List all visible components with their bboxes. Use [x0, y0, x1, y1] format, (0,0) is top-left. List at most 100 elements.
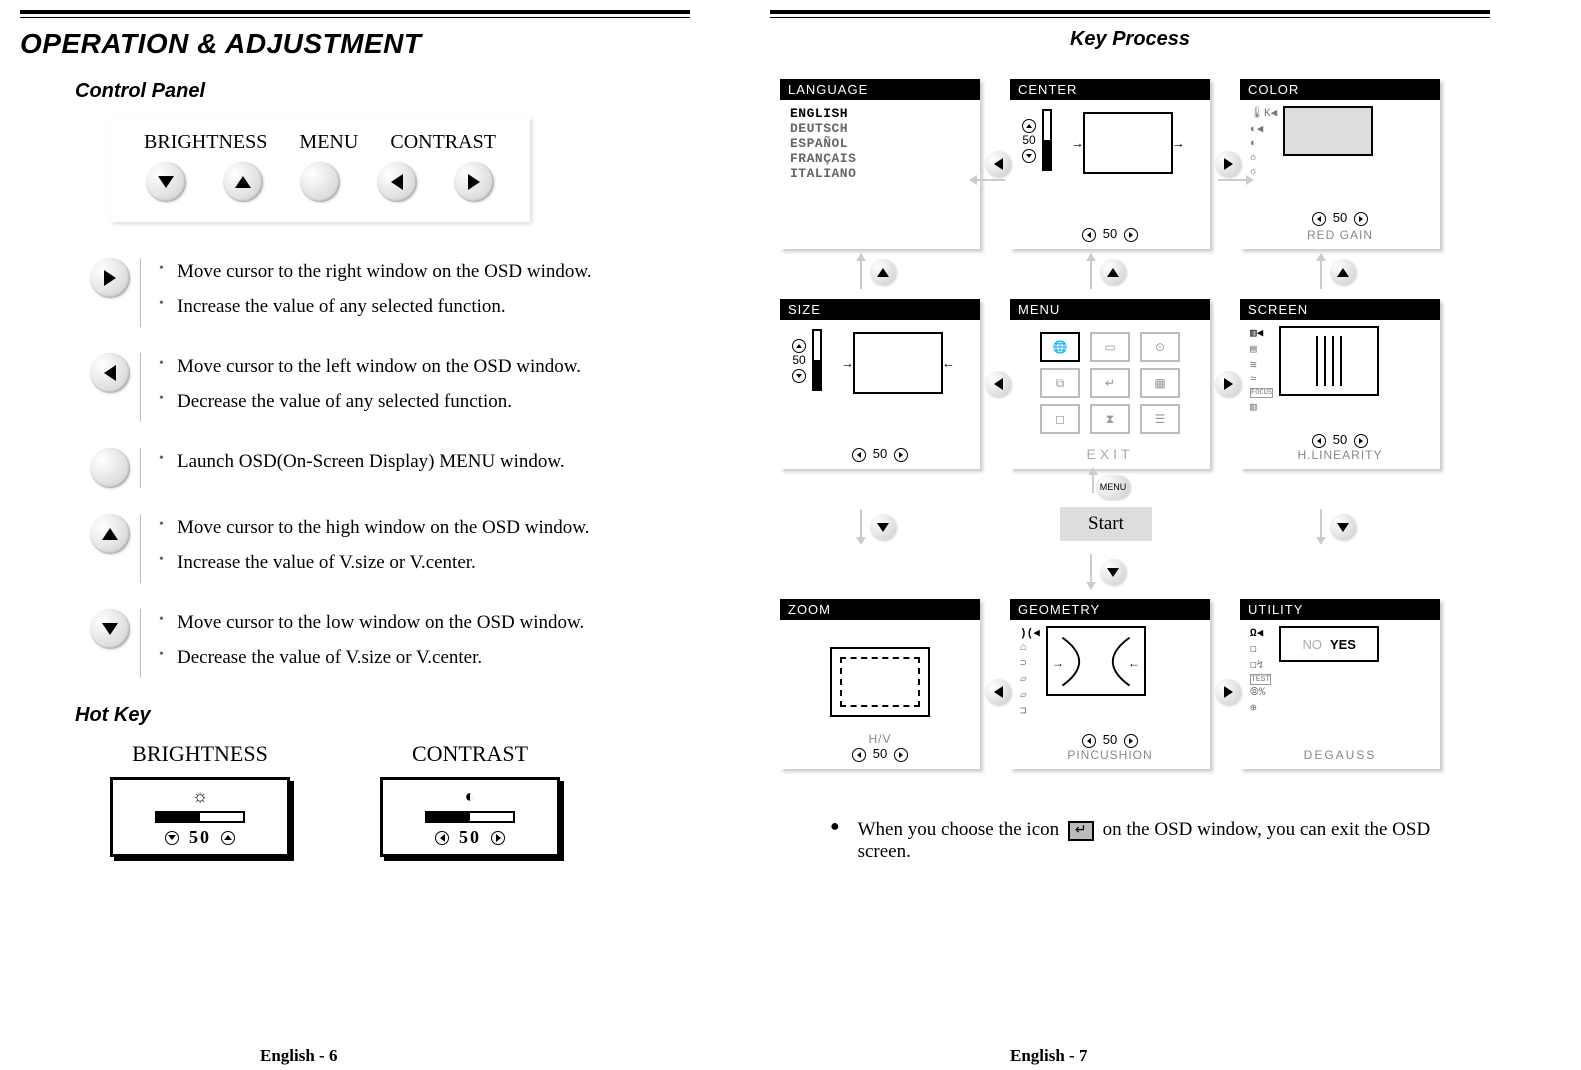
menu-grid: 🌐 ▭ ⊙ ⧉ ↵ ▦ ◻ ⧗ ☰: [1020, 332, 1200, 434]
right-button-icon: [90, 258, 130, 298]
nav-right-button[interactable]: [1215, 679, 1241, 705]
menu-icon-utility: ☰: [1140, 404, 1180, 434]
divider: [140, 609, 141, 678]
osd-screen-title: SCREEN: [1240, 299, 1440, 320]
def-up-line1: Move cursor to the high window on the OS…: [177, 514, 590, 543]
right-small-icon: [1354, 212, 1368, 226]
contrast-icon: ◐: [465, 786, 476, 807]
nav-right-button[interactable]: [1215, 151, 1241, 177]
menu-exit-label: EXIT: [1020, 446, 1200, 462]
hotkey-brightness-label: BRIGHTNESS: [110, 741, 290, 767]
hotkey-brightness-box: ☼ 50: [110, 777, 290, 857]
contrast-right-button[interactable]: [454, 162, 494, 202]
right-small-icon: [1124, 734, 1138, 748]
nav-down-button[interactable]: [1100, 559, 1126, 585]
osd-language-card: LANGUAGE ENGLISH DEUTSCH ESPAÑOL FRANÇAI…: [780, 79, 980, 249]
color-value: 50: [1333, 210, 1347, 225]
triangle-up-icon: [102, 528, 118, 540]
contrast-left-button[interactable]: [377, 162, 417, 202]
screen-value: 50: [1333, 432, 1347, 447]
control-panel-card: BRIGHTNESS MENU CONTRAST: [110, 117, 530, 222]
menu-button[interactable]: [300, 162, 340, 202]
osd-center-card: CENTER 50 →→ 50: [1010, 79, 1210, 249]
center-vbar: [1042, 109, 1052, 171]
triangle-left-icon: [994, 378, 1003, 390]
nav-up-button[interactable]: [1100, 259, 1126, 285]
menu-icon-zoom: ◻: [1040, 404, 1080, 434]
zoom-sub: H/V: [790, 732, 970, 746]
triangle-up-icon: [235, 176, 251, 188]
lang-francais: FRANÇAIS: [790, 151, 970, 166]
page-footer-right: English - 7: [1010, 1046, 1087, 1066]
nav-right-button[interactable]: [1215, 371, 1241, 397]
exit-note: ● When you choose the icon on the OSD wi…: [830, 819, 1470, 863]
osd-size-title: SIZE: [780, 299, 980, 320]
faint-arrow-down: [1320, 509, 1322, 539]
faint-arrow-up: [860, 259, 862, 289]
def-right-line2: Increase the value of any selected funct…: [177, 293, 506, 322]
menu-icon-size: ⧉: [1040, 368, 1080, 398]
triangle-down-icon: [1337, 523, 1349, 532]
def-down-line2: Decrease the value of V.size or V.center…: [177, 644, 482, 673]
left-small-icon: [435, 831, 449, 845]
triangle-left-icon: [104, 365, 116, 381]
osd-zoom-title: ZOOM: [780, 599, 980, 620]
heading-operation-adjustment: OPERATION & ADJUSTMENT: [20, 28, 690, 60]
brightness-up-button[interactable]: [223, 162, 263, 202]
menu-icon-center: ▭: [1090, 332, 1130, 362]
left-small-icon: [1312, 212, 1326, 226]
heading-control-panel: Control Panel: [75, 80, 690, 103]
right-small-icon: [1124, 228, 1138, 242]
nav-left-button[interactable]: [985, 151, 1011, 177]
size-preview-screen: →←: [853, 332, 943, 394]
triangle-down-icon: [158, 176, 174, 188]
nav-down-button[interactable]: [870, 514, 896, 540]
lang-english: ENGLISH: [790, 106, 970, 121]
key-process-grid: LANGUAGE ENGLISH DEUTSCH ESPAÑOL FRANÇAI…: [780, 79, 1480, 799]
faint-arrow-right: [1218, 179, 1248, 181]
nav-down-button[interactable]: [1330, 514, 1356, 540]
zoom-preview: [830, 647, 930, 717]
left-small-icon: [852, 448, 866, 462]
size-h-value: 50: [873, 446, 887, 461]
triangle-left-icon: [994, 686, 1003, 698]
utility-footer: DEGAUSS: [1250, 748, 1430, 762]
lang-italiano: ITALIANO: [790, 166, 970, 181]
color-footer-label: RED GAIN: [1250, 228, 1430, 242]
color-swatch: [1283, 106, 1373, 156]
nav-left-button[interactable]: [985, 371, 1011, 397]
osd-color-card: COLOR 🌡K◀◐◀◐☼☼ 50 RED GAIN: [1240, 79, 1440, 249]
def-menu-line1: Launch OSD(On-Screen Display) MENU windo…: [177, 448, 565, 477]
def-left-line1: Move cursor to the left window on the OS…: [177, 353, 581, 382]
up-button-icon: [90, 514, 130, 554]
utility-yes: YES: [1330, 637, 1356, 652]
label-contrast: CONTRAST: [390, 131, 496, 154]
osd-zoom-card: ZOOM H/V 50: [780, 599, 980, 769]
up-small-icon: [792, 339, 806, 353]
center-h-value: 50: [1103, 226, 1117, 241]
faint-arrow-down: [860, 509, 862, 539]
triangle-right-icon: [1224, 686, 1233, 698]
triangle-left-icon: [391, 174, 403, 190]
triangle-left-icon: [994, 158, 1003, 170]
up-small-icon: [1022, 119, 1036, 133]
down-small-icon: [165, 831, 179, 845]
center-preview-screen: →→: [1083, 112, 1173, 174]
down-button-icon: [90, 609, 130, 649]
nav-up-button[interactable]: [870, 259, 896, 285]
def-row-down: •Move cursor to the low window on the OS…: [90, 609, 690, 678]
geometry-footer: PINCUSHION: [1020, 748, 1200, 762]
note-before: When you choose the icon: [858, 819, 1064, 840]
start-box: Start: [1060, 507, 1152, 541]
lang-deutsch: DEUTSCH: [790, 121, 970, 136]
brightness-down-button[interactable]: [146, 162, 186, 202]
menu-icon-exit: ↵: [1090, 368, 1130, 398]
def-right-line1: Move cursor to the right window on the O…: [177, 258, 592, 287]
page-footer-left: English - 6: [260, 1046, 337, 1066]
nav-up-button[interactable]: [1330, 259, 1356, 285]
osd-geometry-title: GEOMETRY: [1010, 599, 1210, 620]
hot-key-row: BRIGHTNESS ☼ 50 CONTRAST ◐ 50: [110, 741, 690, 857]
divider: [140, 448, 141, 488]
menu-physical-button[interactable]: MENU: [1096, 475, 1130, 499]
nav-left-button[interactable]: [985, 679, 1011, 705]
